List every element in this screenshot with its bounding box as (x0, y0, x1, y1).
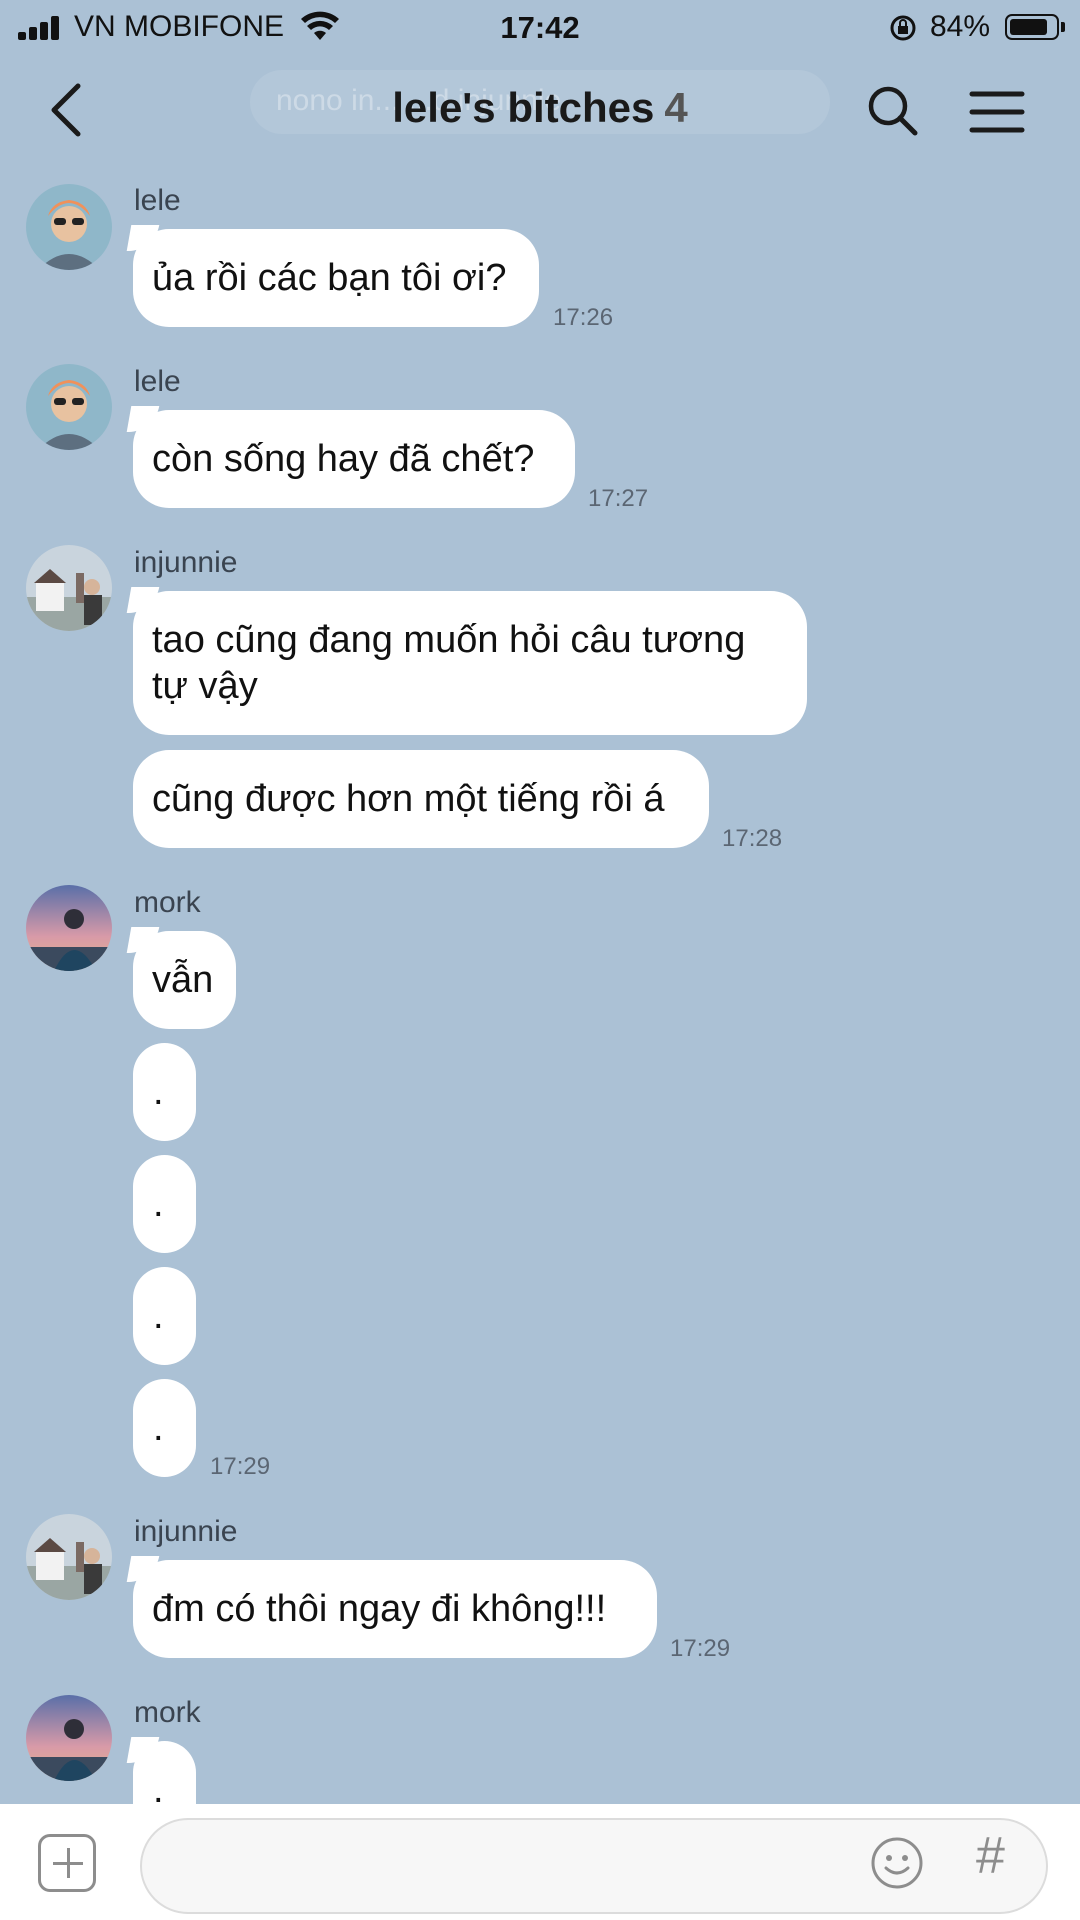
sender-name: mork (134, 886, 201, 919)
message-bubble[interactable]: . (133, 1155, 196, 1253)
chat-header: nono in... ...d injunnie. lele's bitches… (0, 60, 1080, 160)
message-bubble[interactable]: . (133, 1379, 196, 1477)
message-bubble[interactable]: . (133, 1267, 196, 1365)
message-time: 17:28 (722, 825, 783, 852)
message-bubble[interactable]: còn sống hay đã chết? (133, 410, 575, 508)
avatar[interactable] (26, 364, 112, 450)
message-bubble[interactable]: . (133, 1043, 196, 1141)
battery-icon (1005, 14, 1059, 40)
message-time: 17:29 (210, 1453, 271, 1480)
avatar[interactable] (26, 885, 112, 971)
avatar[interactable] (26, 1514, 112, 1600)
avatar[interactable] (26, 184, 112, 270)
message-time: 17:26 (553, 304, 614, 331)
chat-name: lele's bitches (392, 84, 655, 131)
message-bubble[interactable]: cũng được hơn một tiếng rồi á (133, 750, 709, 848)
rotation-lock-icon (890, 15, 916, 41)
message-bubble[interactable]: đm có thôi ngay đi không!!! (133, 1560, 657, 1658)
smiley-icon[interactable] (870, 1836, 924, 1890)
message-input-bar: # (0, 1804, 1080, 1920)
sender-name: mork (134, 1696, 201, 1729)
message-time: 17:27 (588, 485, 649, 512)
member-count: 4 (664, 84, 688, 131)
sender-name: lele (134, 184, 181, 217)
message-bubble[interactable]: vẫn (133, 931, 236, 1029)
sender-name: injunnie (134, 546, 238, 579)
sender-name: injunnie (134, 1515, 238, 1548)
sender-name: lele (134, 365, 181, 398)
battery-percent: 84% (930, 10, 991, 43)
status-time: 17:42 (500, 10, 580, 45)
menu-icon[interactable] (966, 84, 1028, 140)
plus-square-icon[interactable] (38, 1834, 96, 1892)
avatar[interactable] (26, 545, 112, 631)
message-bubble[interactable]: ủa rồi các bạn tôi ơi? (133, 229, 539, 327)
message-time: 17:29 (670, 1635, 731, 1662)
hashtag-icon[interactable]: # (976, 1826, 1005, 1886)
message-bubble[interactable]: tao cũng đang muốn hỏi câu tương tự vậy (133, 591, 807, 735)
avatar[interactable] (26, 1695, 112, 1781)
search-icon[interactable] (862, 80, 924, 142)
status-bar: VN MOBIFONE 17:42 84% (0, 0, 1080, 56)
battery-cap (1061, 22, 1065, 32)
